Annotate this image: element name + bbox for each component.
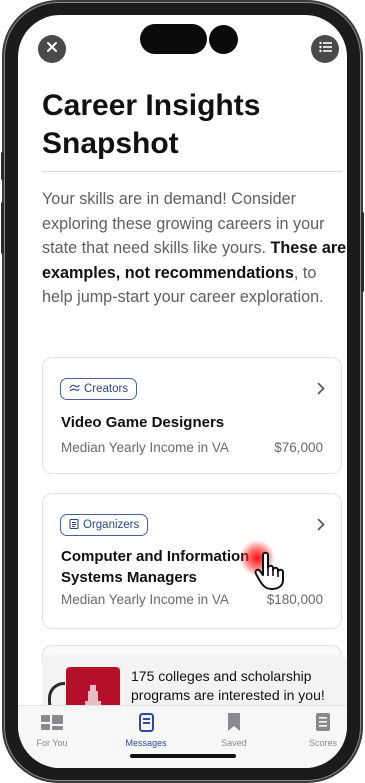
career-card[interactable]: Organizers Computer and Information Syst…	[42, 493, 342, 629]
tab-for-you[interactable]: For You	[22, 712, 82, 748]
chevron-right-icon	[317, 382, 325, 400]
category-tag: Creators	[60, 378, 138, 400]
close-icon	[46, 40, 58, 58]
side-button	[361, 212, 364, 292]
divider	[42, 171, 342, 172]
tab-saved[interactable]: Saved	[204, 712, 264, 748]
close-button[interactable]	[38, 35, 66, 63]
career-title: Video Game Designers	[61, 414, 225, 431]
tab-label: Saved	[221, 738, 247, 748]
page-title: Career Insights Snapshot	[42, 89, 261, 160]
career-card[interactable]: Creators Video Game Designers Median Yea…	[42, 357, 342, 474]
category-tag: Organizers	[60, 514, 149, 536]
tab-scores[interactable]: Scores	[293, 712, 347, 748]
banner-text: 175 colleges and scholarship programs ar…	[131, 668, 325, 703]
side-button	[1, 152, 4, 180]
income-label: Median Yearly Income in VA	[61, 440, 229, 455]
tab-messages[interactable]: Messages	[116, 712, 176, 748]
menu-button[interactable]	[311, 35, 339, 63]
intro-text: Your skills are in demand! Consider expl…	[42, 187, 347, 310]
phone-frame: Career Insights Snapshot Your skills are…	[1, 2, 364, 781]
list-icon	[318, 40, 332, 58]
tab-bar: For You Messages Saved Scores	[18, 705, 347, 768]
income-value: $76,000	[274, 440, 323, 455]
screen: Career Insights Snapshot Your skills are…	[18, 15, 347, 768]
scores-icon	[316, 713, 330, 733]
home-indicator	[130, 754, 236, 758]
tab-label: For You	[36, 738, 68, 748]
income-label: Median Yearly Income in VA	[61, 592, 229, 607]
dynamic-island	[140, 24, 207, 54]
bookmark-icon	[228, 713, 240, 733]
tab-label: Scores	[308, 738, 337, 748]
chevron-right-icon	[317, 518, 325, 536]
tab-label: Messages	[125, 738, 167, 748]
palette-icon	[69, 383, 80, 396]
dashboard-icon	[41, 714, 63, 732]
camera-dot	[209, 25, 238, 54]
clipboard-icon	[69, 518, 79, 532]
tag-label: Creators	[84, 383, 129, 395]
hand-pointer-icon	[253, 551, 291, 596]
message-icon	[138, 712, 154, 734]
side-button	[1, 202, 4, 254]
tag-label: Organizers	[83, 519, 140, 531]
